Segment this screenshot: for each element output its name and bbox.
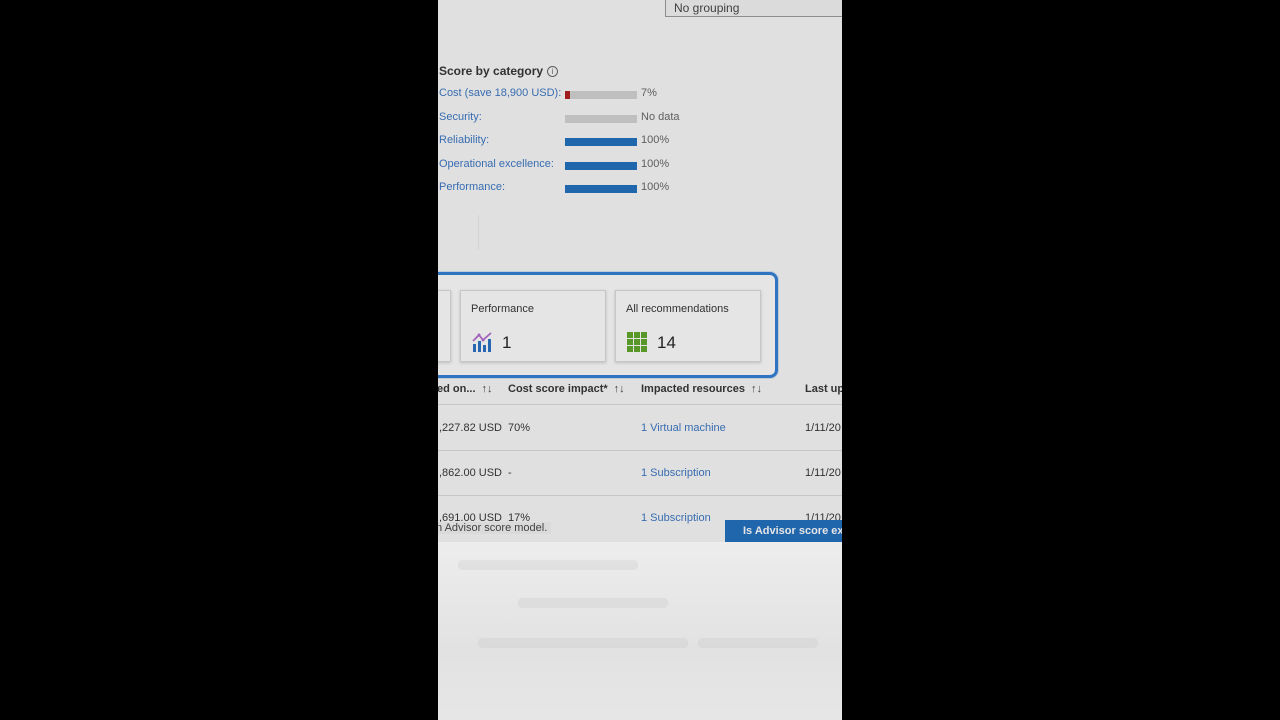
category-label[interactable]: Operational excellence: <box>439 158 554 170</box>
category-value: 100% <box>641 181 670 193</box>
category-value: 7% <box>641 87 657 99</box>
blurred-shape <box>518 598 668 608</box>
divider <box>478 215 479 250</box>
sort-icon[interactable]: ↑↓ <box>482 383 493 395</box>
blurred-shape <box>458 560 638 570</box>
category-label[interactable]: Cost (save 18,900 USD): <box>439 87 561 99</box>
table-divider <box>438 495 842 496</box>
info-icon[interactable]: i <box>547 65 559 77</box>
cell-resources-link[interactable]: 1 Subscription <box>641 467 711 479</box>
tile-title: Performance <box>471 303 534 315</box>
advisor-score-feedback-button[interactable]: Is Advisor score ex <box>725 520 842 542</box>
category-label[interactable]: Security: <box>439 111 482 123</box>
cell-savings: ,862.00 USD <box>439 467 502 479</box>
cell-resources-link[interactable]: 1 Virtual machine <box>641 422 726 434</box>
grid-icon <box>627 332 647 352</box>
grouping-dropdown[interactable]: No grouping <box>665 0 842 17</box>
tile-partial[interactable] <box>438 290 451 362</box>
category-bar-track <box>565 185 637 193</box>
cell-resources-link[interactable]: 1 Subscription <box>641 512 711 524</box>
column-label: Cost score impact* <box>508 383 608 395</box>
blurred-background <box>438 542 842 720</box>
column-label: Impacted resources <box>641 383 745 395</box>
category-label[interactable]: Performance: <box>439 181 505 193</box>
sort-icon[interactable]: ↑↓ <box>614 383 625 395</box>
screen-area: No grouping Score by category i Cost (sa… <box>438 0 842 720</box>
tile-count: 14 <box>657 333 676 352</box>
column-header[interactable]: Impacted resources ↑↓ <box>641 383 762 395</box>
footer-text: n Advisor score model. <box>438 522 552 534</box>
tile-all-recommendations[interactable]: All recommendations 14 <box>615 290 761 362</box>
cell-savings: ,227.82 USD <box>439 422 502 434</box>
column-label: Last up <box>805 383 842 395</box>
category-value: 100% <box>641 158 670 170</box>
table-divider <box>438 450 842 451</box>
blurred-shape <box>698 638 818 648</box>
cell-impact: - <box>508 467 512 479</box>
category-label[interactable]: Reliability: <box>439 134 489 146</box>
category-bar-track <box>565 91 637 99</box>
blurred-shape <box>478 638 688 648</box>
category-bar-track <box>565 115 637 123</box>
category-bar-fill <box>565 162 637 170</box>
sort-icon[interactable]: ↑↓ <box>751 383 762 395</box>
grouping-value: No grouping <box>674 1 740 15</box>
tile-title: All recommendations <box>626 303 729 315</box>
column-header[interactable]: Cost score impact* ↑↓ <box>508 383 625 395</box>
category-bar-fill <box>565 185 637 193</box>
score-by-category-heading: Score by category i <box>439 64 559 78</box>
table-divider <box>438 404 842 405</box>
cell-updated: 1/11/20 <box>805 422 841 434</box>
category-value: 100% <box>641 134 670 146</box>
column-header[interactable]: Last up <box>805 383 842 395</box>
cell-updated: 1/11/20 <box>805 467 841 479</box>
score-by-category-title: Score by category <box>439 64 544 78</box>
cell-impact: 70% <box>508 422 531 434</box>
tile-performance[interactable]: Performance 1 <box>460 290 606 362</box>
category-bar-fill <box>565 91 571 99</box>
performance-chart-icon <box>472 332 492 352</box>
category-value: No data <box>641 111 680 123</box>
category-bar-fill <box>565 138 637 146</box>
category-bar-track <box>565 138 637 146</box>
tile-count: 1 <box>502 333 512 352</box>
category-bar-track <box>565 162 637 170</box>
column-label: ed on... <box>438 383 476 395</box>
column-header[interactable]: ed on... ↑↓ <box>438 383 493 395</box>
advisor-page: No grouping Score by category i Cost (sa… <box>438 0 842 542</box>
